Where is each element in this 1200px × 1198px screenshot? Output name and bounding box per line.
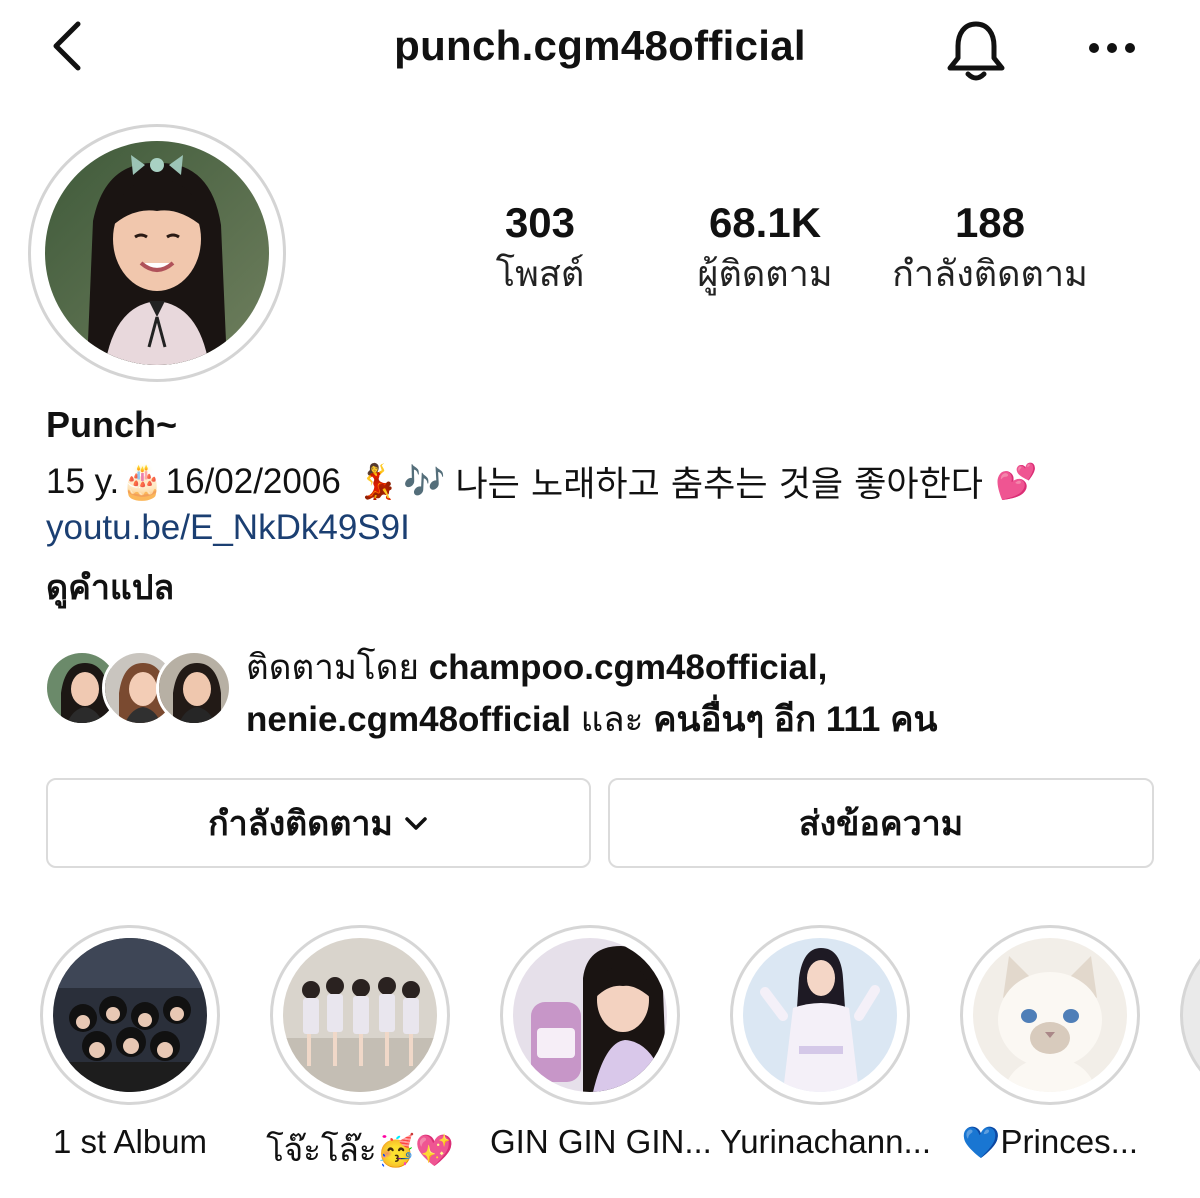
following-count-value: 188 [954,199,1026,246]
highlight-cover-image [513,938,667,1092]
highlight-cover-ring [270,925,450,1105]
mutual-avatar-3 [156,650,232,726]
highlight-cover-ring [960,925,1140,1105]
highlight-cover-image [53,938,207,1092]
chevron-down-icon [405,817,427,830]
highlight-3[interactable]: GIN GIN GIN... [490,925,712,1161]
highlight-4[interactable]: Yurinachann... [720,925,931,1161]
followed-by-and: และ [580,700,644,739]
notifications-button[interactable] [940,14,1012,86]
highlight-label: GIN GIN GIN... [490,1123,712,1160]
followed-by-prefix: ติดตามโดย [246,648,419,687]
bio-birthdate: 16/02/2006 [165,461,341,501]
highlight-cover-image [283,938,437,1092]
party-face-icon: 🥳💖 [376,1133,454,1168]
followed-by-text[interactable]: ติดตามโดย champoo.cgm48official, nenie.c… [246,642,1146,746]
top-bar: punch.cgm48official [0,0,1200,100]
highlight-2[interactable]: โจ๊ะโล๊ะ🥳💖 [260,925,460,1176]
highlight-cover-image [973,938,1127,1092]
message-button-label: ส่งข้อความ [798,805,964,843]
message-button[interactable]: ส่งข้อความ [608,778,1154,868]
blue-heart-icon: 💙 [961,1125,1001,1160]
highlight-label: โจ๊ะโล๊ะ🥳💖 [266,1131,454,1168]
bell-icon [947,21,1005,81]
more-options-button[interactable] [1082,28,1142,68]
hearts-icon: 💕 [995,462,1038,501]
posts-count[interactable]: 303 โพสต์ [470,198,610,300]
followed-by-user-2[interactable]: nenie.cgm48official [246,700,571,739]
highlight-label: Yurinachann... [720,1123,931,1160]
cake-icon: 🎂 [121,462,164,501]
profile-photo [45,141,269,365]
followed-by-others[interactable]: คนอื่นๆ อีก 111 คน [653,700,937,739]
dancer-icon: 💃 [356,462,400,501]
highlight-5[interactable]: 💙Princes... [950,925,1150,1161]
highlight-cover-ring [40,925,220,1105]
followers-count-label: ผู้ติดตาม [697,253,833,294]
mutual-followers-avatars[interactable] [44,650,232,730]
posts-count-label: โพสต์ [495,253,585,294]
followers-count-value: 68.1K [708,199,822,246]
bio-text: 15 y. 🎂 16/02/2006 💃 🎶 나는 노래하고 춤추는 것을 좋아… [46,456,1039,507]
highlight-cover-ring [500,925,680,1105]
more-horizontal-icon [1089,43,1135,53]
following-count-label: กำลังติดตาม [892,253,1088,294]
highlight-label: 1 st Album [52,1123,208,1160]
followers-count[interactable]: 68.1K ผู้ติดตาม [680,198,850,300]
highlight-label: 💙Princes... [961,1123,1139,1160]
highlight-6-partial[interactable] [1180,925,1200,1105]
music-notes-icon: 🎶 [403,462,446,501]
posts-count-value: 303 [504,199,576,246]
bio-age: 15 y. [46,461,120,501]
bio-korean-text: 나는 노래하고 춤추는 것을 좋아한다 [455,465,983,505]
following-button[interactable]: กำลังติดตาม [46,778,591,868]
following-button-label: กำลังติดตาม [208,805,393,843]
following-count[interactable]: 188 กำลังติดตาม [880,198,1100,300]
followed-by-user-1[interactable]: champoo.cgm48official, [429,648,828,687]
highlight-1[interactable]: 1 st Album [30,925,230,1161]
profile-username: punch.cgm48official [394,22,806,69]
highlight-cover-image [743,938,897,1092]
bio-link[interactable]: youtu.be/E_NkDk49S9I [46,508,410,548]
profile-picture[interactable] [28,124,286,382]
highlight-cover-ring [730,925,910,1105]
display-name: Punch~ [46,404,178,445]
see-translation-link[interactable]: ดูคำแปล [46,560,174,614]
